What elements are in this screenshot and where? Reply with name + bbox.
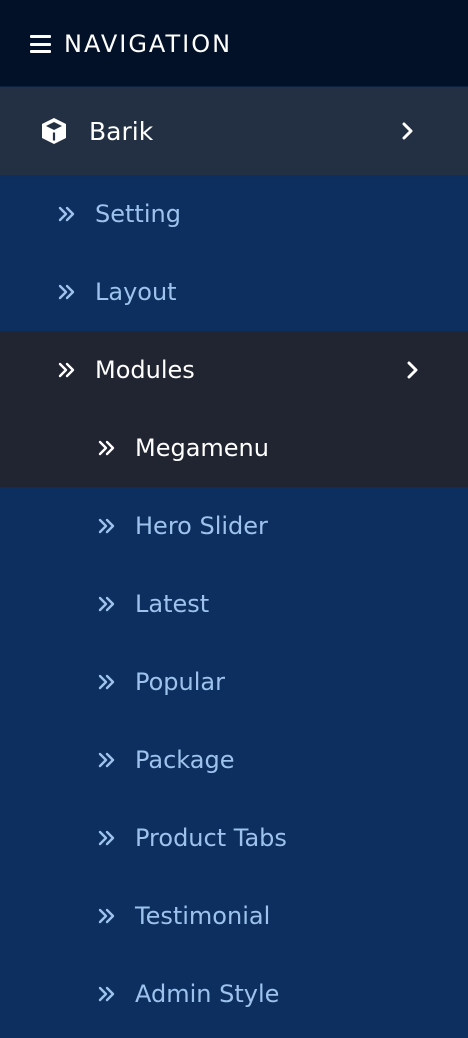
double-chevron-right-icon bbox=[98, 518, 115, 534]
nav-subitem-popular[interactable]: Popular bbox=[0, 643, 468, 721]
nav-subitem-hero-slider[interactable]: Hero Slider bbox=[0, 487, 468, 565]
nav-item-setting[interactable]: Setting bbox=[0, 175, 468, 253]
nav-item-label: Setting bbox=[95, 200, 181, 228]
double-chevron-right-icon bbox=[58, 362, 75, 378]
nav-item-label: Barik bbox=[89, 116, 154, 146]
nav-subitem-megamenu[interactable]: Megamenu bbox=[0, 409, 468, 487]
navigation-title: NAVIGATION bbox=[64, 30, 233, 58]
nav-subitem-latest[interactable]: Latest bbox=[0, 565, 468, 643]
double-chevron-right-icon bbox=[98, 752, 115, 768]
nav-item-layout[interactable]: Layout bbox=[0, 253, 468, 331]
nav-item-label: Layout bbox=[95, 278, 177, 306]
nav-item-label: Modules bbox=[95, 356, 195, 384]
double-chevron-right-icon bbox=[98, 674, 115, 690]
nav-subitem-label: Popular bbox=[135, 668, 225, 696]
navigation-sidebar: NAVIGATION Barik Setting Layout Modules bbox=[0, 0, 468, 1038]
nav-subitem-label: Admin Style bbox=[135, 980, 280, 1008]
double-chevron-right-icon bbox=[98, 908, 115, 924]
nav-item-modules[interactable]: Modules bbox=[0, 331, 468, 409]
double-chevron-right-icon bbox=[58, 206, 75, 222]
cube-icon bbox=[42, 118, 66, 144]
nav-subitem-label: Package bbox=[135, 746, 235, 774]
nav-subitem-label: Latest bbox=[135, 590, 210, 618]
nav-item-barik[interactable]: Barik bbox=[0, 87, 468, 175]
chevron-right-icon bbox=[407, 361, 418, 379]
nav-subitem-label: Hero Slider bbox=[135, 512, 268, 540]
chevron-right-icon bbox=[402, 122, 413, 140]
nav-subitem-testimonial[interactable]: Testimonial bbox=[0, 877, 468, 955]
nav-subitem-package[interactable]: Package bbox=[0, 721, 468, 799]
double-chevron-right-icon bbox=[98, 986, 115, 1002]
double-chevron-right-icon bbox=[58, 284, 75, 300]
navigation-header[interactable]: NAVIGATION bbox=[0, 0, 468, 87]
double-chevron-right-icon bbox=[98, 830, 115, 846]
nav-subitem-admin-style[interactable]: Admin Style bbox=[0, 955, 468, 1033]
double-chevron-right-icon bbox=[98, 440, 115, 456]
nav-subitem-product-tabs[interactable]: Product Tabs bbox=[0, 799, 468, 877]
double-chevron-right-icon bbox=[98, 596, 115, 612]
nav-subitem-label: Testimonial bbox=[135, 902, 271, 930]
nav-subitem-label: Product Tabs bbox=[135, 824, 287, 852]
nav-subitem-label: Megamenu bbox=[135, 434, 269, 462]
hamburger-menu-icon bbox=[30, 35, 51, 53]
